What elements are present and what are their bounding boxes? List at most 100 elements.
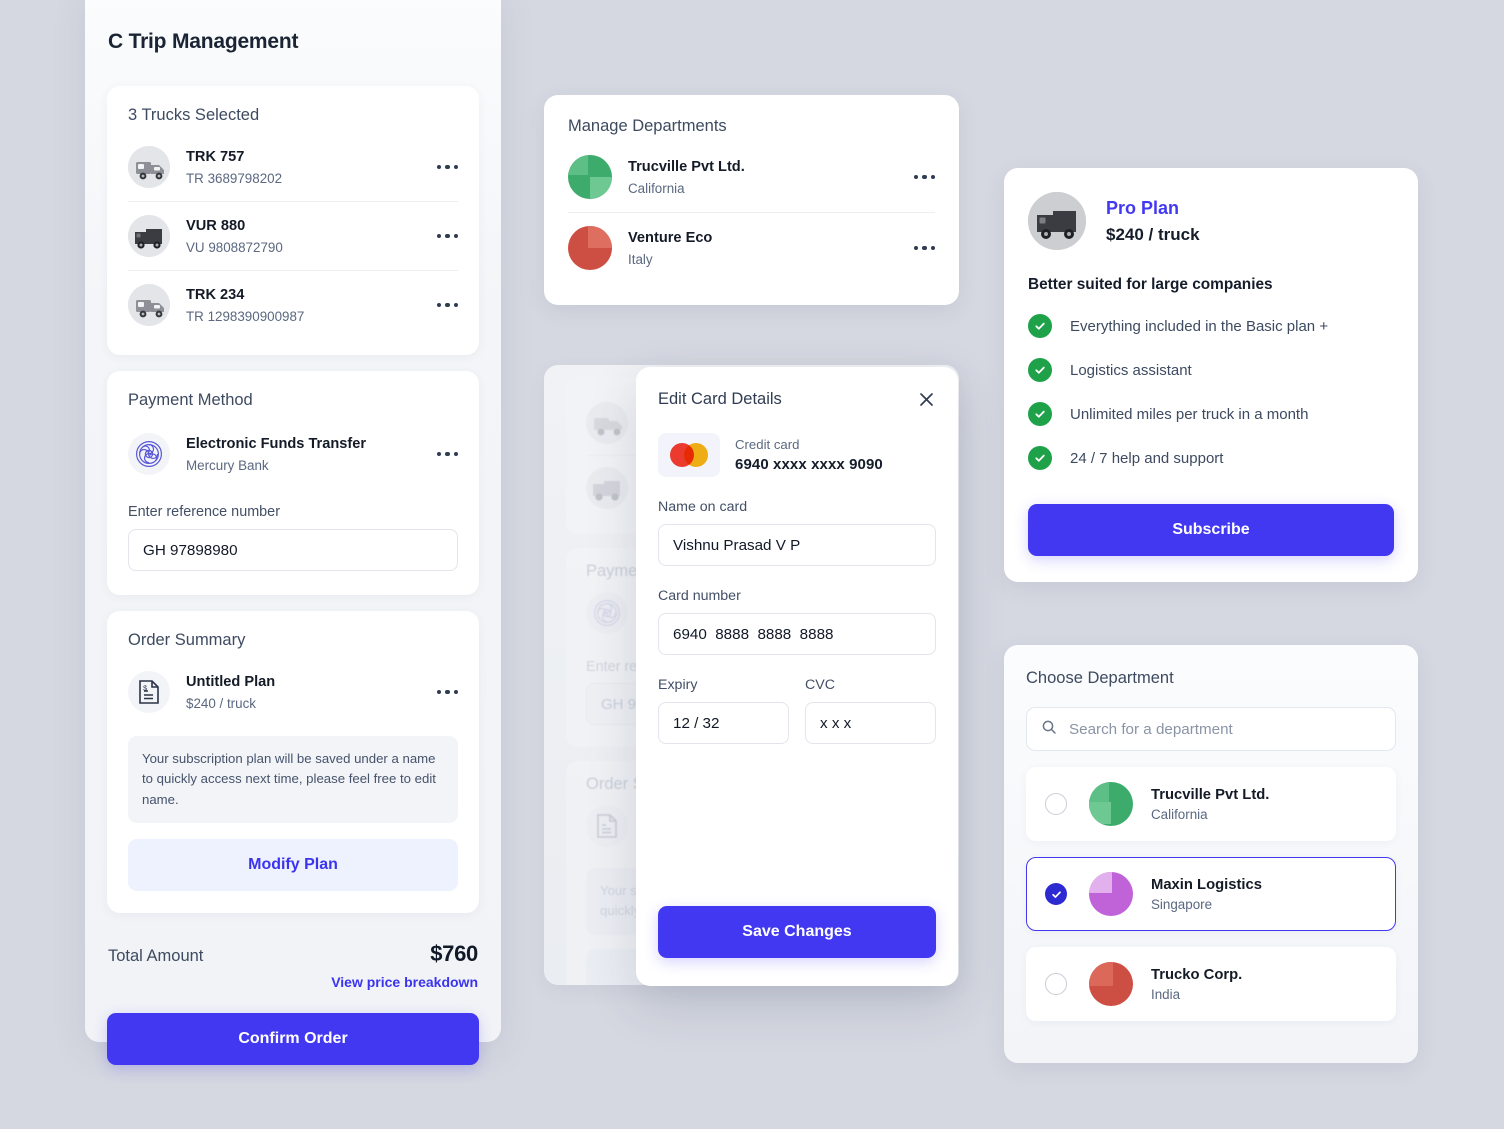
plan-feature: Everything included in the Basic plan + [1028, 314, 1394, 338]
department-option-location: India [1151, 986, 1181, 1002]
payment-method-info: Electronic Funds Transfer Mercury Bank [186, 435, 429, 473]
save-changes-button[interactable]: Save Changes [658, 906, 936, 958]
department-avatar [1089, 872, 1133, 916]
truck-id: TR 1298390900987 [186, 308, 305, 324]
department-search-placeholder: Search for a department [1069, 720, 1233, 738]
view-price-breakdown-link[interactable]: View price breakdown [107, 974, 479, 990]
truck-name: TRK 234 [186, 287, 245, 304]
reference-number-input[interactable] [128, 529, 458, 571]
choose-department-title: Choose Department [1026, 669, 1174, 687]
truck-icon [128, 146, 170, 188]
check-icon [1028, 314, 1052, 338]
department-option-name: Maxin Logistics [1151, 876, 1262, 893]
table-row[interactable]: TRK 234 TR 1298390900987 [128, 270, 458, 339]
subscribe-button[interactable]: Subscribe [1028, 504, 1394, 556]
department-name: Trucville Pvt Ltd. [628, 159, 745, 176]
plan-info: Untitled Plan $240 / truck [186, 673, 429, 711]
svg-text:$: $ [143, 686, 147, 693]
radio-icon[interactable] [1045, 973, 1067, 995]
trucks-card: 3 Trucks Selected TRK 757 TR 3689798202 … [107, 86, 479, 355]
department-row[interactable]: Venture Eco Italy [568, 212, 935, 283]
mastercard-icon [658, 433, 720, 477]
department-avatar [1089, 782, 1133, 826]
saved-card-info: Credit card 6940 xxxx xxxx 9090 [735, 437, 883, 473]
plan-name: Untitled Plan [186, 674, 276, 691]
card-number-label: Card number [658, 588, 741, 604]
check-icon [1028, 446, 1052, 470]
trip-management-panel: C Trip Management 3 Trucks Selected TRK … [85, 0, 501, 1066]
row-menu-button[interactable] [906, 245, 935, 251]
truck-avatar [1028, 192, 1086, 250]
payment-method-name: Electronic Funds Transfer [186, 436, 367, 453]
modal-title: Edit Card Details [658, 389, 782, 408]
department-search-box[interactable]: Search for a department [1026, 707, 1396, 751]
department-option-info: Trucko Corp. India [1151, 967, 1242, 1002]
department-info: Trucville Pvt Ltd. California [628, 158, 906, 196]
modify-plan-button[interactable]: Modify Plan [128, 839, 458, 892]
plan-name: Pro Plan [1106, 197, 1180, 218]
radio-icon[interactable] [1045, 793, 1067, 815]
plan-feature-label: 24 / 7 help and support [1070, 449, 1224, 467]
truck-avatar [586, 402, 628, 444]
expiry-label: Expiry [658, 677, 698, 693]
plan-row[interactable]: $ Untitled Plan $240 / truck [128, 658, 458, 726]
table-row[interactable]: VUR 880 VU 9808872790 [128, 201, 458, 270]
expiry-input[interactable] [658, 702, 789, 744]
choose-department-card: Choose Department Search for a departmen… [1004, 645, 1418, 1063]
total-amount-value: $760 [430, 941, 478, 967]
table-row[interactable]: TRK 757 TR 3689798202 [128, 133, 458, 201]
name-on-card-label: Name on card [658, 499, 748, 515]
invoice-icon [586, 805, 628, 847]
department-option[interactable]: Trucville Pvt Ltd. California [1026, 767, 1396, 841]
close-icon[interactable] [916, 389, 936, 409]
row-menu-button[interactable] [429, 233, 458, 239]
truck-id: TR 3689798202 [186, 170, 283, 186]
row-menu-button[interactable] [429, 302, 458, 308]
total-amount-row: Total Amount $760 [107, 941, 479, 967]
plan-feature-label: Logistics assistant [1070, 361, 1192, 379]
department-option-name: Trucville Pvt Ltd. [1151, 786, 1270, 803]
truck-id: VU 9808872790 [186, 239, 283, 255]
card-number-input[interactable] [658, 613, 936, 655]
pro-plan-card: Pro Plan $240 / truck Better suited for … [1004, 168, 1418, 582]
radio-checked-icon[interactable] [1045, 883, 1067, 905]
plan-feature: Unlimited miles per truck in a month [1028, 402, 1394, 426]
department-option-name: Trucko Corp. [1151, 966, 1243, 983]
department-row[interactable]: Trucville Pvt Ltd. California [568, 142, 935, 212]
truck-avatar [128, 284, 170, 326]
row-menu-button[interactable] [429, 164, 458, 170]
app-root: C Trip Management 3 Trucks Selected TRK … [0, 0, 1504, 1129]
truck-info: TRK 757 TR 3689798202 [186, 148, 429, 186]
row-menu-button[interactable] [429, 451, 458, 457]
department-info: Venture Eco Italy [628, 229, 906, 267]
plan-feature: 24 / 7 help and support [1028, 446, 1394, 470]
search-icon [1041, 719, 1057, 740]
trucks-card-title: 3 Trucks Selected [128, 106, 260, 124]
department-option-location: Singapore [1151, 896, 1213, 912]
plan-feature-label: Unlimited miles per truck in a month [1070, 405, 1309, 423]
department-name: Venture Eco [628, 230, 713, 247]
department-option[interactable]: Trucko Corp. India [1026, 947, 1396, 1021]
payment-method-card: Payment Method Electronic Funds Transfer… [107, 371, 479, 595]
invoice-icon: $ [128, 671, 170, 713]
mercury-logo-icon [586, 592, 628, 634]
order-summary-title: Order Summary [128, 631, 246, 649]
confirm-order-button[interactable]: Confirm Order [107, 1013, 479, 1066]
check-icon [1028, 358, 1052, 382]
department-option-selected[interactable]: Maxin Logistics Singapore [1026, 857, 1396, 931]
expiry-cvc-group: Expiry CVC [658, 655, 936, 744]
name-on-card-input[interactable] [658, 524, 936, 566]
department-avatar [568, 226, 612, 270]
row-menu-button[interactable] [429, 689, 458, 695]
plan-header-texts: Pro Plan $240 / truck [1106, 198, 1200, 245]
department-option-info: Trucville Pvt Ltd. California [1151, 787, 1269, 822]
plan-tagline: Better suited for large companies [1028, 276, 1273, 293]
cvc-input[interactable] [805, 702, 936, 744]
modal-header: Edit Card Details [658, 389, 936, 409]
row-menu-button[interactable] [906, 174, 935, 180]
plan-header: Pro Plan $240 / truck [1028, 192, 1394, 250]
check-icon [1028, 402, 1052, 426]
truck-avatar [586, 467, 628, 509]
truck-name: VUR 880 [186, 218, 246, 235]
payment-method-row[interactable]: Electronic Funds Transfer Mercury Bank [128, 420, 458, 488]
